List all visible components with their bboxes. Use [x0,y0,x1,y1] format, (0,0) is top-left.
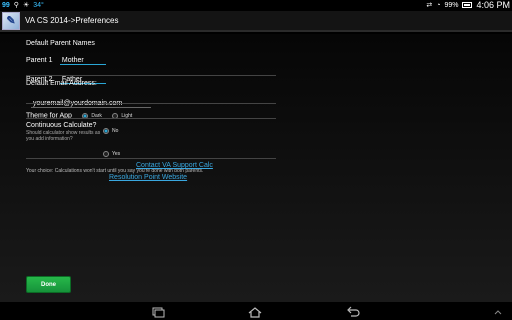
email-heading: Default Email Address: [26,80,97,87]
email-section: Default Email Address: youremail@yourdom… [26,80,276,110]
status-left: 99 ⚲ ☀ 34° [2,0,44,10]
notification-badge: 99 [2,1,10,9]
temperature-text: 34° [33,1,44,9]
radio-yes[interactable] [103,150,109,157]
continuous-no-label: No [112,127,119,134]
usb-icon: ⚲ [13,2,19,9]
website-link[interactable]: Resolution Point Website [109,174,187,181]
divider [26,158,276,159]
divider [26,118,276,119]
weather-icon: ☀ [22,2,30,9]
continuous-option-yes[interactable]: Yes [103,145,120,163]
battery-percent: 99% [444,1,459,9]
continuous-option-no[interactable]: No [103,122,120,140]
status-right: ⇄ ◔ 99% 4:06 PM [426,0,510,10]
divider [26,75,276,76]
done-button[interactable]: Done [26,276,71,293]
divider [26,103,276,104]
clock: 4:06 PM [476,0,510,10]
sync-icon: ⇄ [426,2,433,9]
parent1-label: Parent 1 [26,57,53,64]
page-title: VA CS 2014->Preferences [25,16,119,25]
action-bar: ✎ VA CS 2014->Preferences [0,11,512,32]
recent-apps-icon[interactable] [150,305,166,318]
radio-no[interactable] [103,127,109,134]
continuous-yes-label: Yes [112,150,121,157]
preferences-panel: Default Parent Names Parent 1 Mother Par… [0,34,512,302]
navigation-bar [0,302,512,320]
continuous-label: Continuous Calculate? [26,122,97,129]
battery-icon [462,2,473,8]
support-link[interactable]: Contact VA Support Calc [136,162,213,169]
wifi-icon: ◔ [436,1,441,9]
back-icon[interactable] [345,305,361,317]
app-logo-icon[interactable]: ✎ [2,11,20,30]
continuous-help: Should calculator show results as you ad… [26,130,101,142]
parent1-input[interactable]: Mother [59,57,106,65]
status-bar: 99 ⚲ ☀ 34° ⇄ ◔ 99% 4:06 PM [0,0,512,10]
parents-heading: Default Parent Names [26,40,95,47]
chevron-up-icon[interactable] [490,306,506,318]
home-icon[interactable] [247,305,263,318]
